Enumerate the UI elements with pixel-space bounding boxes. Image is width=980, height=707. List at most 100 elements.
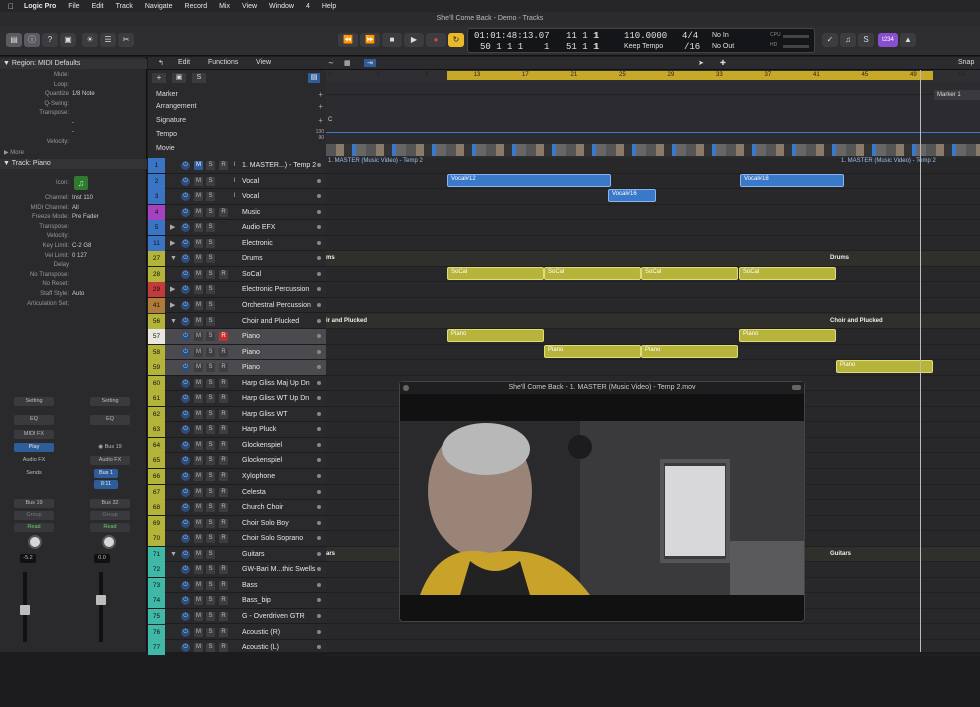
track-on-icon[interactable]: ⏻ xyxy=(181,627,190,637)
track-name[interactable]: Bass_bip xyxy=(242,593,271,608)
region-param-row[interactable]: Velocity: xyxy=(0,138,145,147)
folder-disclosure-icon[interactable]: ▼ xyxy=(170,314,177,329)
track-lane[interactable] xyxy=(326,251,980,267)
track-on-icon[interactable]: ⏻ xyxy=(181,378,190,388)
mute-button[interactable]: M xyxy=(194,518,203,528)
solo-button[interactable]: S xyxy=(206,518,215,528)
track-name[interactable]: Piano xyxy=(242,329,260,344)
track-header[interactable]: 75 ⏻ M S R G - Overdriven GTR xyxy=(148,608,326,625)
record-enable-button[interactable]: R xyxy=(219,207,228,217)
track-param-row[interactable]: MIDI Channel: All xyxy=(0,204,145,213)
strip2-output[interactable]: Bus 32 xyxy=(90,499,130,508)
track-on-icon[interactable]: ⏻ xyxy=(181,534,190,544)
add-signature-icon[interactable]: + xyxy=(318,116,323,125)
strip2-audiofx[interactable]: Audio FX xyxy=(90,456,130,465)
solo-button[interactable]: S xyxy=(206,409,215,419)
track-header[interactable]: 28 ⏻ M S R SoCal xyxy=(148,266,326,283)
mute-button[interactable]: M xyxy=(194,378,203,388)
track-name[interactable]: Acoustic (L) xyxy=(242,640,279,655)
track-on-icon[interactable]: ⏻ xyxy=(181,285,190,295)
strip1-midifx[interactable]: MIDI FX xyxy=(14,430,54,439)
video-region[interactable]: 1. MASTER (Music Video) - Temp 2 xyxy=(328,158,423,164)
track-name[interactable]: Drums xyxy=(242,251,263,266)
track-on-icon[interactable]: ⏻ xyxy=(181,254,190,264)
menu-navigate[interactable]: Navigate xyxy=(145,3,173,10)
strip2-eq[interactable]: EQ xyxy=(90,415,130,425)
cycle-area[interactable] xyxy=(447,71,933,80)
track-lane[interactable] xyxy=(326,205,980,221)
track-on-icon[interactable]: ⏻ xyxy=(181,238,190,248)
menu-4[interactable]: 4 xyxy=(306,3,310,10)
track-header[interactable]: 1 ⏻ M S R I 1. MASTER...) - Temp 2 xyxy=(148,158,326,174)
apple-icon[interactable]:  xyxy=(8,2,14,11)
region-param-value[interactable]: - xyxy=(72,119,74,128)
region-param-row[interactable]: Mute: xyxy=(0,71,145,80)
strip1-setting[interactable]: Setting xyxy=(14,397,54,406)
global-marker[interactable]: Marker xyxy=(156,91,178,98)
strip1-instrument[interactable]: Play xyxy=(14,443,54,452)
track-name[interactable]: Xylophone xyxy=(242,469,275,484)
mute-button[interactable]: M xyxy=(194,363,203,373)
track-on-icon[interactable]: ⏻ xyxy=(181,409,190,419)
mute-button[interactable]: M xyxy=(194,285,203,295)
strip2-send-2[interactable]: 8:11 xyxy=(94,480,118,489)
playhead[interactable] xyxy=(920,70,921,652)
track-param-value[interactable]: Auto xyxy=(72,290,84,299)
track-param-row[interactable]: Velocity: xyxy=(0,232,145,241)
solo-button[interactable]: S xyxy=(206,238,215,248)
solo-button[interactable]: S xyxy=(206,378,215,388)
strip1-sends[interactable]: Sends xyxy=(14,469,54,478)
track-on-icon[interactable]: ⏻ xyxy=(181,425,190,435)
record-enable-button[interactable]: R xyxy=(219,409,228,419)
menu-help[interactable]: Help xyxy=(322,3,336,10)
track-param-row[interactable]: Staff Style: Auto xyxy=(0,290,145,299)
track-name[interactable]: Harp Gliss WT xyxy=(242,407,288,422)
track-lane[interactable] xyxy=(326,174,980,190)
mute-button[interactable]: M xyxy=(194,643,203,653)
global-movie[interactable]: Movie xyxy=(156,145,175,152)
track-lane[interactable] xyxy=(326,298,980,314)
solo-button[interactable]: S xyxy=(206,425,215,435)
movie-close-icon[interactable] xyxy=(403,385,409,391)
toolbar-icon[interactable]: ▣ xyxy=(60,33,76,47)
track-lane[interactable] xyxy=(326,282,980,298)
global-solo-button[interactable]: S xyxy=(192,73,206,83)
track-on-icon[interactable]: ⏻ xyxy=(181,503,190,513)
solo-button[interactable]: S xyxy=(206,394,215,404)
solo-button[interactable]: S xyxy=(206,487,215,497)
track-on-icon[interactable]: ⏻ xyxy=(181,456,190,466)
automation-icon[interactable]: ∼ xyxy=(328,59,334,67)
mute-button[interactable]: M xyxy=(194,611,203,621)
marker-1[interactable]: Marker 1 xyxy=(934,90,980,100)
stop-button[interactable]: ■ xyxy=(382,33,402,47)
menu-edit[interactable]: Edit xyxy=(92,3,104,10)
track-param-row[interactable]: Icon: xyxy=(0,179,145,188)
pencil-tool-icon[interactable]: ✚ xyxy=(720,59,726,67)
mute-button[interactable]: M xyxy=(194,596,203,606)
vocal-region[interactable]: Vocal#18 xyxy=(740,174,844,187)
track-name[interactable]: Electronic xyxy=(242,236,273,251)
strip2-setting[interactable]: Setting xyxy=(90,397,130,406)
menu-view[interactable]: View xyxy=(242,3,257,10)
track-header[interactable]: 67 ⏻ M S R Celesta xyxy=(148,484,326,501)
add-marker-icon[interactable]: + xyxy=(318,90,323,99)
mute-button[interactable]: M xyxy=(194,176,203,186)
solo-button[interactable]: S xyxy=(206,332,215,342)
solo-button[interactable]: S xyxy=(206,300,215,310)
track-header[interactable]: ▼ Track: Piano xyxy=(0,159,147,169)
track-param-row[interactable]: Delay xyxy=(0,261,145,270)
record-enable-button[interactable]: R xyxy=(219,394,228,404)
track-param-row[interactable]: Key Limit: C-2 G8 xyxy=(0,242,145,251)
rewind-button[interactable]: ⏪ xyxy=(338,33,358,47)
mute-button[interactable]: M xyxy=(194,207,203,217)
track-on-icon[interactable]: ⏻ xyxy=(181,223,190,233)
smart-controls-icon[interactable]: ☀ xyxy=(82,33,98,47)
track-param-row[interactable]: Channel: Inst 110 xyxy=(0,194,145,203)
solo-button[interactable]: S xyxy=(206,223,215,233)
socal-region[interactable]: SoCal xyxy=(641,267,738,280)
movie-resize-icon[interactable] xyxy=(792,385,801,390)
solo-button[interactable]: S xyxy=(206,549,215,559)
solo-button[interactable]: S xyxy=(206,643,215,653)
record-enable-button[interactable]: R xyxy=(219,565,228,575)
strip2-fader[interactable] xyxy=(96,595,106,605)
